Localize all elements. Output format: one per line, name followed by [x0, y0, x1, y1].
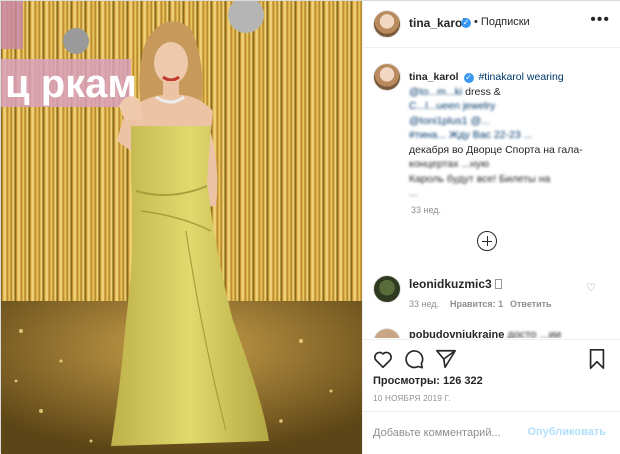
- caption-avatar[interactable]: [373, 63, 401, 91]
- comment-text-2: досто ...ии: [504, 329, 561, 338]
- caption-line-4[interactable]: @toni1plus1 @...: [409, 115, 490, 127]
- instagram-post: ц ркам tina_karol ✓ • Подписки ••• tina_…: [0, 0, 620, 454]
- caption-time[interactable]: 33 нед.: [411, 205, 441, 215]
- sign-text: ц ркам: [5, 62, 137, 106]
- caption-line-2-rest: dress &: [462, 85, 501, 98]
- comment-likes[interactable]: Нравится: 1: [450, 299, 503, 309]
- comment-item: leonidkuzmic3 33 нед. Нравится: 1 Ответи…: [363, 269, 620, 329]
- comment-like-icon[interactable]: ♡: [586, 281, 596, 294]
- caption-line-7: концертах ...ную: [409, 158, 490, 170]
- post-side-panel: tina_karol ✓ • Подписки ••• tina_karol ✓…: [362, 1, 620, 454]
- post-media[interactable]: ц ркам: [1, 1, 362, 454]
- following-button[interactable]: • Подписки: [474, 16, 530, 28]
- comment-reply-button[interactable]: Ответить: [510, 299, 552, 309]
- caption-username[interactable]: tina_karol: [409, 71, 459, 83]
- load-more-comments-icon[interactable]: [477, 231, 497, 251]
- post-photo: ц ркам: [1, 1, 362, 454]
- post-actions: Просмотры: 126 322 10 НОЯБРЯ 2019 Г.: [363, 339, 620, 405]
- comment-item-partial: pobudovniukraine досто ...ии: [363, 326, 620, 338]
- view-count[interactable]: Просмотры: 126 322: [373, 375, 483, 387]
- post-header: tina_karol ✓ • Подписки •••: [363, 1, 620, 48]
- commenter-username[interactable]: leonidkuzmic3: [409, 277, 502, 291]
- caption-line-2-tag[interactable]: @to...m...ki: [409, 86, 462, 98]
- author-username[interactable]: tina_karol: [409, 16, 466, 30]
- caption-line-9: ...: [409, 187, 418, 199]
- add-comment-bar: Опубликовать: [363, 411, 620, 454]
- caption-line-1[interactable]: #tinakarol wearing: [478, 71, 563, 83]
- commenter-avatar[interactable]: [373, 275, 401, 303]
- save-bookmark-icon[interactable]: [586, 348, 608, 370]
- comment-time[interactable]: 33 нед.: [409, 299, 439, 309]
- comment-bubble-icon[interactable]: [403, 348, 425, 370]
- caption-line-5: #тина... Жду Вас 22-23 ...: [409, 129, 533, 141]
- caption-line-8: Кароль будут все! Билеты на: [409, 172, 551, 185]
- comment-input[interactable]: [373, 424, 523, 442]
- caption-text: tina_karol ✓ #tinakarol wearing @to...m.…: [409, 70, 609, 201]
- verified-badge-icon: ✓: [461, 18, 471, 28]
- emoji-icon: [494, 279, 502, 289]
- caption-area: tina_karol ✓ #tinakarol wearing @to...m.…: [363, 49, 620, 254]
- caption-verified-icon: ✓: [463, 73, 474, 83]
- commenter-avatar-2[interactable]: [373, 328, 401, 338]
- caption-line-6: декабря во Дворце Спорта на гала-: [409, 143, 583, 156]
- publish-button[interactable]: Опубликовать: [527, 426, 606, 438]
- more-options-icon[interactable]: •••: [590, 11, 610, 29]
- caption-line-3[interactable]: C...l...ueen jewelry: [409, 100, 495, 112]
- author-avatar[interactable]: [373, 10, 401, 38]
- like-heart-icon[interactable]: [372, 348, 394, 370]
- commenter-username-2[interactable]: pobudovniukraine досто ...ии: [409, 329, 561, 338]
- post-date[interactable]: 10 НОЯБРЯ 2019 Г.: [373, 394, 451, 403]
- share-paper-plane-icon[interactable]: [435, 348, 457, 370]
